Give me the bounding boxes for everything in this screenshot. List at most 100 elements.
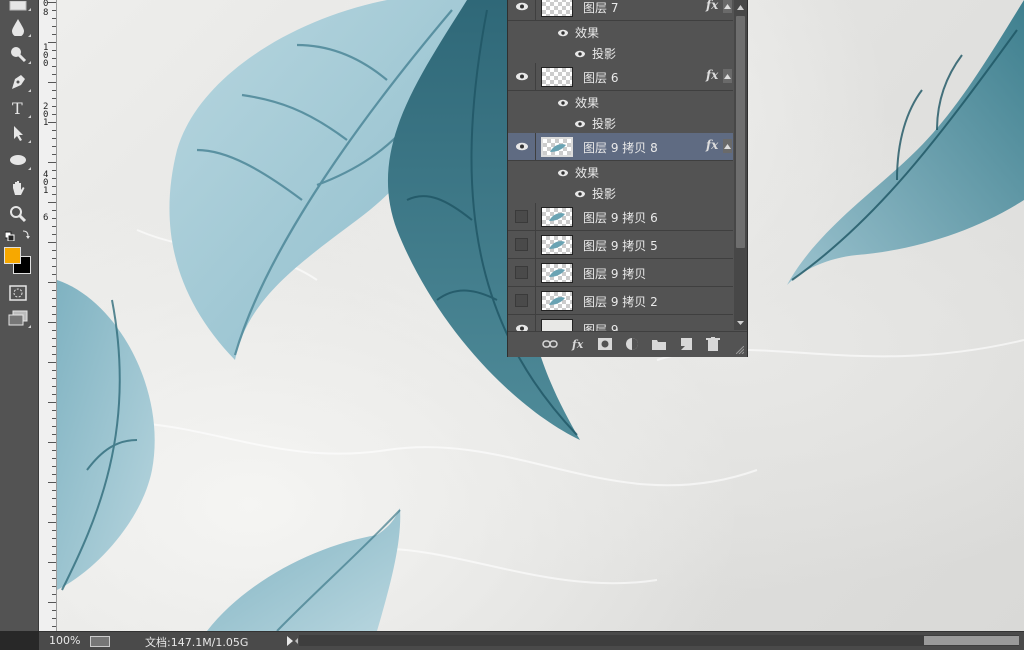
layer-row[interactable]: 图层 7 fx	[508, 0, 733, 21]
effects-row[interactable]: 效果	[508, 91, 733, 112]
effect-visibility-eye-icon[interactable]	[574, 117, 586, 131]
vertical-ruler[interactable]: 081002014016	[39, 0, 57, 631]
effect-name[interactable]: 投影	[592, 115, 616, 132]
quick-mask-icon[interactable]	[5, 282, 31, 304]
horizontal-scrollbar[interactable]	[299, 635, 1019, 646]
layer-thumbnail[interactable]	[541, 137, 573, 157]
effect-visibility-eye-icon[interactable]	[574, 47, 586, 61]
ruler-tick	[52, 514, 56, 515]
effect-visibility-eye-icon[interactable]	[557, 96, 569, 110]
ellipse-tool-icon[interactable]	[5, 149, 31, 171]
layer-thumbnail[interactable]	[541, 0, 573, 17]
ruler-tick	[52, 298, 56, 299]
effect-name[interactable]: 投影	[592, 185, 616, 202]
ruler-tick	[52, 250, 56, 251]
effects-label[interactable]: 效果	[575, 94, 599, 111]
effect-row[interactable]: 投影	[508, 112, 733, 133]
effects-label[interactable]: 效果	[575, 24, 599, 41]
status-menu-arrow-icon[interactable]	[285, 635, 299, 650]
gradient-tool-icon[interactable]	[5, 0, 31, 12]
link-icon[interactable]	[542, 336, 558, 352]
collapse-effects-arrow-icon[interactable]	[723, 0, 732, 13]
horizontal-scrollbar-thumb[interactable]	[924, 636, 1019, 645]
layer-row[interactable]: 图层 6 fx	[508, 63, 733, 91]
zoom-tool-icon[interactable]	[5, 203, 31, 225]
effect-visibility-eye-icon[interactable]	[557, 26, 569, 40]
ruler-tick	[52, 178, 56, 179]
layers-scrollbar[interactable]	[734, 0, 747, 330]
zoom-level[interactable]: 100%	[49, 634, 80, 647]
layer-thumbnail[interactable]	[541, 291, 573, 311]
layers-scrollbar-thumb[interactable]	[736, 16, 745, 248]
effects-label[interactable]: 效果	[575, 164, 599, 181]
layer-name[interactable]: 图层 7	[583, 0, 618, 16]
visibility-toggle-box[interactable]	[508, 231, 536, 258]
ruler-tick	[52, 466, 56, 467]
default-colors-icon[interactable]	[5, 228, 31, 242]
ruler-label: 1	[43, 186, 49, 196]
layer-fx-badge[interactable]: fx	[706, 68, 718, 82]
status-info-icon[interactable]	[90, 636, 110, 647]
visibility-eye-icon[interactable]	[508, 0, 536, 20]
layer-name[interactable]: 图层 9 拷贝 6	[583, 209, 658, 226]
mask-icon[interactable]	[598, 336, 612, 352]
ruler-tick	[48, 242, 56, 243]
layer-row[interactable]: 图层 9 拷贝 5	[508, 231, 733, 259]
path-selection-tool-icon[interactable]	[5, 122, 31, 144]
layer-row[interactable]: 图层 9 拷贝 2	[508, 287, 733, 315]
layer-name[interactable]: 图层 9 拷贝 8	[583, 139, 658, 156]
blur-tool-icon[interactable]	[5, 16, 31, 38]
ruler-tick	[52, 450, 56, 451]
collapse-effects-arrow-icon[interactable]	[723, 139, 732, 153]
layer-row[interactable]: 图层 9 拷贝	[508, 259, 733, 287]
new-layer-icon[interactable]	[679, 336, 693, 352]
ruler-tick	[48, 402, 56, 403]
effects-row[interactable]: 效果	[508, 161, 733, 182]
ruler-tick	[48, 122, 56, 123]
visibility-eye-icon[interactable]	[508, 133, 536, 160]
resize-grip-icon[interactable]	[736, 346, 744, 354]
adjustment-icon[interactable]	[625, 336, 639, 352]
ruler-tick	[52, 90, 56, 91]
layer-name[interactable]: 图层 9 拷贝 5	[583, 237, 658, 254]
ruler-tick	[52, 154, 56, 155]
layer-thumbnail[interactable]	[541, 207, 573, 227]
layer-name[interactable]: 图层 9 拷贝 2	[583, 293, 658, 310]
layer-row[interactable]: 图层 9 拷贝 8 fx	[508, 133, 733, 161]
effect-row[interactable]: 投影	[508, 182, 733, 203]
layer-name[interactable]: 图层 9 拷贝	[583, 265, 646, 282]
layer-thumbnail[interactable]	[541, 235, 573, 255]
layers-panel: 图层 7 fx 效果 投影 图层 6 fx 效果 投影 图层 9 拷贝 8 fx 效果 投影 图层 9 …	[507, 0, 748, 357]
effect-visibility-eye-icon[interactable]	[557, 166, 569, 180]
effect-visibility-eye-icon[interactable]	[574, 187, 586, 201]
fx-icon[interactable]: fx	[572, 336, 583, 352]
dodge-tool-icon[interactable]	[5, 43, 31, 65]
layer-thumbnail[interactable]	[541, 263, 573, 283]
visibility-eye-icon[interactable]	[508, 63, 536, 90]
screen-mode-icon[interactable]	[5, 307, 31, 329]
layer-fx-badge[interactable]: fx	[706, 138, 718, 152]
ruler-tick	[52, 218, 56, 219]
ruler-tick	[52, 314, 56, 315]
type-tool-icon[interactable]: T	[5, 97, 31, 119]
ruler-tick	[52, 546, 56, 547]
visibility-toggle-box[interactable]	[508, 259, 536, 286]
ruler-tick	[52, 394, 56, 395]
layer-fx-badge[interactable]: fx	[706, 0, 718, 12]
ruler-tick	[52, 306, 56, 307]
trash-icon[interactable]	[706, 336, 720, 352]
effect-name[interactable]: 投影	[592, 45, 616, 62]
foreground-color-swatch[interactable]	[4, 247, 21, 264]
group-folder-icon[interactable]	[652, 336, 666, 352]
ruler-tick	[52, 434, 56, 435]
layer-name[interactable]: 图层 6	[583, 69, 618, 86]
effects-row[interactable]: 效果	[508, 21, 733, 42]
collapse-effects-arrow-icon[interactable]	[723, 69, 732, 83]
visibility-toggle-box[interactable]	[508, 287, 536, 314]
layer-thumbnail[interactable]	[541, 67, 573, 87]
visibility-toggle-box[interactable]	[508, 203, 536, 230]
hand-tool-icon[interactable]	[5, 177, 31, 199]
effect-row[interactable]: 投影	[508, 42, 733, 63]
layer-row[interactable]: 图层 9 拷贝 6	[508, 203, 733, 231]
pen-tool-icon[interactable]	[5, 71, 31, 93]
